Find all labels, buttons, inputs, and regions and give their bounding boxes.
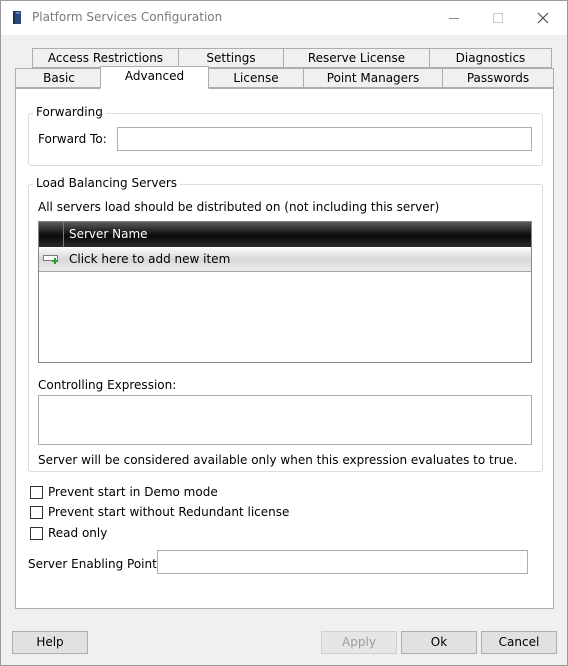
- apply-button[interactable]: Apply: [321, 631, 397, 654]
- forward-to-label: Forward To:: [38, 132, 107, 146]
- prevent-demo-label[interactable]: Prevent start in Demo mode: [48, 485, 218, 499]
- server-enabling-point-input[interactable]: [157, 550, 528, 574]
- add-row-icon: [43, 253, 61, 268]
- ok-button[interactable]: Ok: [401, 631, 477, 654]
- tab-access-restrictions[interactable]: Access Restrictions: [32, 48, 179, 68]
- close-icon: [537, 12, 549, 24]
- cancel-button[interactable]: Cancel: [481, 631, 557, 654]
- maximize-button[interactable]: [475, 1, 521, 35]
- tab-basic[interactable]: Basic: [15, 68, 103, 88]
- forwarding-group-title: Forwarding: [33, 105, 106, 119]
- column-header-server-name[interactable]: Server Name: [69, 227, 148, 241]
- forward-to-input[interactable]: [117, 127, 532, 151]
- read-only-checkbox[interactable]: [30, 527, 43, 540]
- minimize-icon: [449, 18, 459, 19]
- tab-advanced[interactable]: Advanced: [100, 66, 209, 89]
- config-window: Platform Services Configuration Access R…: [0, 0, 568, 666]
- server-enabling-point-label: Server Enabling Point:: [28, 557, 161, 571]
- window-title: Platform Services Configuration: [32, 10, 223, 24]
- minimize-button[interactable]: [431, 1, 477, 35]
- prevent-demo-checkbox[interactable]: [30, 486, 43, 499]
- new-item-row[interactable]: Click here to add new item: [39, 248, 531, 272]
- tab-license[interactable]: License: [208, 68, 304, 88]
- tab-point-managers[interactable]: Point Managers: [303, 68, 443, 88]
- tab-passwords[interactable]: Passwords: [442, 68, 554, 88]
- server-grid[interactable]: Server Name Click here to add new item: [38, 221, 532, 363]
- help-button[interactable]: Help: [12, 631, 88, 654]
- tab-settings[interactable]: Settings: [178, 48, 284, 68]
- load-balancing-group: Load Balancing Servers All servers load …: [28, 176, 543, 472]
- forwarding-group: Forwarding Forward To:: [28, 105, 543, 166]
- controlling-expression-input[interactable]: [38, 395, 532, 445]
- controlling-expression-hint: Server will be considered available only…: [38, 453, 518, 467]
- tab-diagnostics[interactable]: Diagnostics: [429, 48, 552, 68]
- maximize-icon: [493, 13, 503, 23]
- prevent-redundant-checkbox[interactable]: [30, 506, 43, 519]
- close-button[interactable]: [520, 1, 566, 35]
- controlling-expression-label: Controlling Expression:: [38, 378, 177, 392]
- load-balancing-group-title: Load Balancing Servers: [33, 176, 181, 190]
- grid-header: Server Name: [39, 222, 531, 247]
- advanced-tab-panel: Forwarding Forward To: Load Balancing Se…: [15, 88, 554, 609]
- app-book-icon: [11, 10, 23, 25]
- load-balancing-description: All servers load should be distributed o…: [38, 200, 440, 214]
- title-bar: Platform Services Configuration: [1, 1, 567, 35]
- tab-reserve-license[interactable]: Reserve License: [283, 48, 430, 68]
- new-item-row-text: Click here to add new item: [69, 252, 231, 266]
- grid-row-header-corner: [39, 222, 64, 247]
- prevent-redundant-label[interactable]: Prevent start without Redundant license: [48, 505, 289, 519]
- read-only-label[interactable]: Read only: [48, 526, 107, 540]
